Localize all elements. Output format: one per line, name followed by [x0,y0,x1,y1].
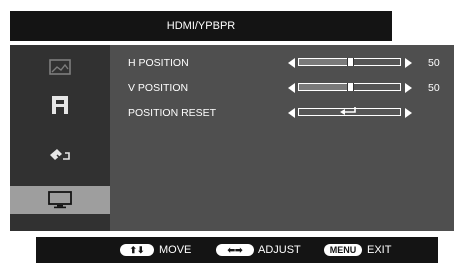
move-hint-label: MOVE [159,244,192,256]
osd-title-bar: HDMI/YPBPR [10,11,392,41]
sidebar-item-picture[interactable] [10,53,110,81]
menu-row-position-reset[interactable]: POSITION RESET [128,105,454,121]
increase-arrow-icon[interactable] [405,58,412,68]
monitor-icon [48,191,72,209]
sidebar-item-osd-settings[interactable] [10,141,110,169]
color-icon [52,96,68,114]
v-position-slider[interactable] [298,83,401,91]
v-position-fill [299,84,350,90]
h-position-thumb[interactable] [346,58,354,66]
osd-menu-panel: H POSITION 50 V POSITION 50 POSITION RES… [10,45,454,231]
increase-arrow-icon[interactable] [405,108,412,118]
decrease-arrow-icon[interactable] [288,83,295,93]
sidebar [10,45,110,231]
decrease-arrow-icon[interactable] [288,108,295,118]
sidebar-item-monitor[interactable] [10,186,110,214]
increase-arrow-icon[interactable] [405,83,412,93]
move-key-icon: ⬆⬇ [120,244,154,256]
footer-hint-bar: ⬆⬇ MOVE ⬅➡ ADJUST MENU EXIT [36,237,438,263]
osd-settings-icon [50,149,70,162]
h-position-label: H POSITION [128,57,189,69]
v-position-label: V POSITION [128,82,189,94]
exit-hint-label: EXIT [367,244,392,256]
enter-icon [340,107,356,115]
input-source-title: HDMI/YPBPR [166,20,236,32]
position-reset-box[interactable] [298,107,401,116]
position-reset-label: POSITION RESET [128,107,217,119]
picture-icon [49,59,71,75]
h-position-value: 50 [428,57,440,69]
h-position-slider[interactable] [298,58,401,66]
decrease-arrow-icon[interactable] [288,58,295,68]
h-position-fill [299,59,350,65]
sidebar-item-color[interactable] [10,91,110,119]
menu-key-icon: MENU [324,244,362,256]
v-position-value: 50 [428,82,440,94]
menu-content: H POSITION 50 V POSITION 50 POSITION RES… [110,45,454,231]
adjust-key-icon: ⬅➡ [216,244,254,256]
menu-row-v-position[interactable]: V POSITION 50 [128,80,454,96]
adjust-hint-label: ADJUST [258,244,301,256]
menu-row-h-position[interactable]: H POSITION 50 [128,55,454,71]
v-position-thumb[interactable] [346,83,354,91]
